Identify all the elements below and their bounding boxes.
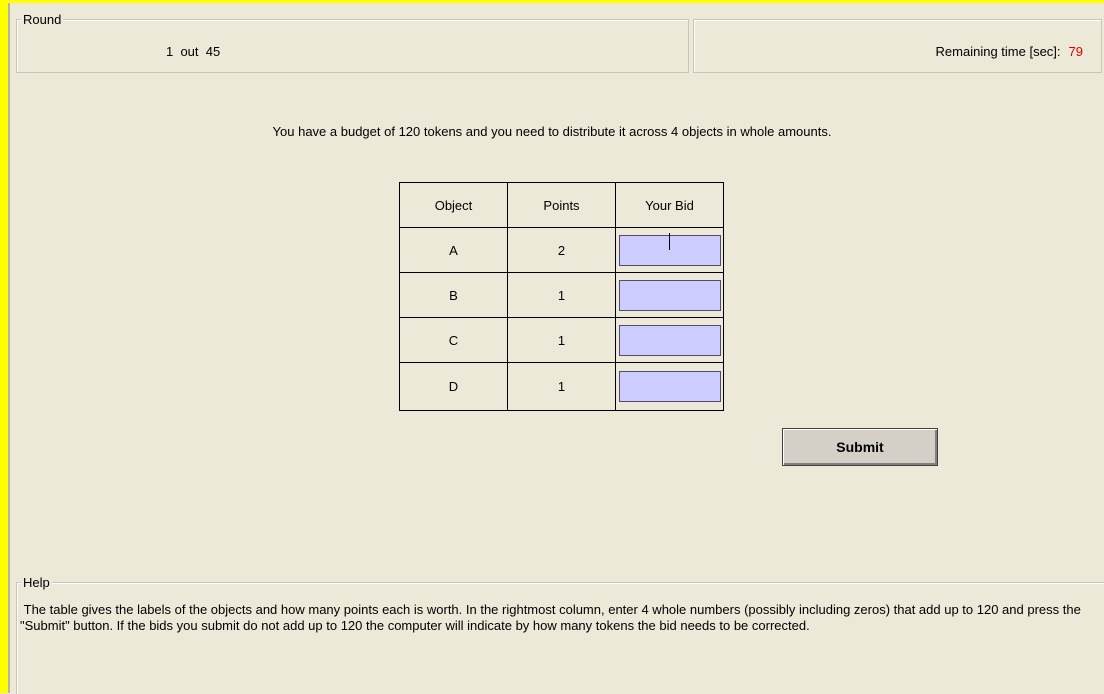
table-row: C 1 bbox=[399, 317, 724, 363]
bid-table: Object Points Your Bid A 2 B 1 C 1 D 1 bbox=[399, 182, 724, 411]
help-panel: Help The table gives the labels of the o… bbox=[16, 575, 1104, 694]
instructions-text: You have a budget of 120 tokens and you … bbox=[272, 124, 832, 139]
window-frame-top bbox=[0, 0, 1104, 3]
round-panel: Round 1 out 45 bbox=[16, 12, 689, 73]
bid-cell bbox=[615, 272, 724, 318]
round-counter: 1 out 45 bbox=[166, 44, 221, 59]
bid-cell bbox=[615, 362, 724, 411]
points-cell: 2 bbox=[507, 227, 616, 273]
object-cell: A bbox=[399, 227, 508, 273]
header-object: Object bbox=[399, 182, 508, 228]
object-cell: C bbox=[399, 317, 508, 363]
window-frame-edge bbox=[8, 3, 10, 693]
object-cell: D bbox=[399, 362, 508, 411]
bid-input-b[interactable] bbox=[618, 279, 721, 311]
points-cell: 1 bbox=[507, 317, 616, 363]
help-title: Help bbox=[21, 575, 52, 591]
submit-button[interactable]: Submit bbox=[782, 428, 938, 466]
table-header-row: Object Points Your Bid bbox=[399, 182, 724, 228]
time-panel: Remaining time [sec]: 79 bbox=[693, 19, 1102, 73]
bid-input-c[interactable] bbox=[618, 324, 721, 356]
object-cell: B bbox=[399, 272, 508, 318]
help-text: The table gives the labels of the object… bbox=[20, 602, 1085, 633]
remaining-time: Remaining time [sec]: 79 bbox=[936, 44, 1083, 59]
bid-input-d[interactable] bbox=[618, 371, 721, 402]
text-caret bbox=[669, 233, 670, 250]
header-your-bid: Your Bid bbox=[615, 182, 724, 228]
table-row: B 1 bbox=[399, 272, 724, 318]
table-row: D 1 bbox=[399, 362, 724, 411]
window-frame-left bbox=[0, 0, 8, 693]
remaining-time-label: Remaining time [sec]: bbox=[935, 44, 1061, 59]
table-row: A 2 bbox=[399, 227, 724, 273]
remaining-time-value: 79 bbox=[1068, 44, 1083, 59]
bid-cell bbox=[615, 317, 724, 363]
header-points: Points bbox=[507, 182, 616, 228]
points-cell: 1 bbox=[507, 362, 616, 411]
round-title: Round bbox=[21, 12, 64, 28]
points-cell: 1 bbox=[507, 272, 616, 318]
